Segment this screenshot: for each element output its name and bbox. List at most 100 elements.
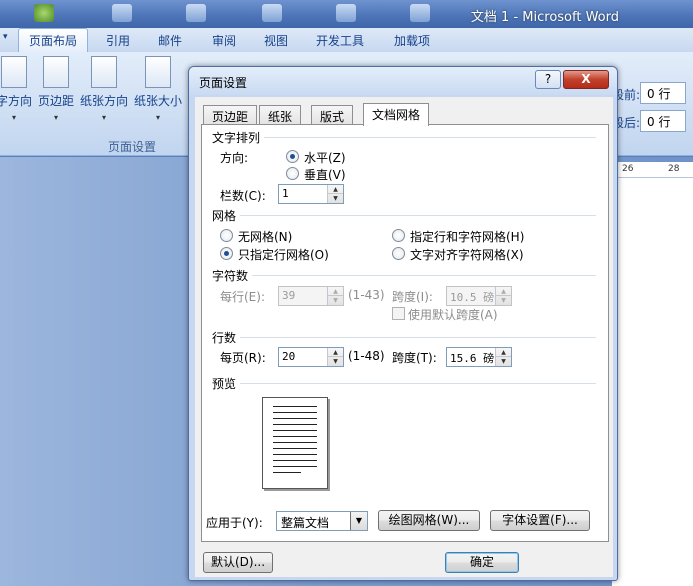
- grid-none-radio[interactable]: [220, 229, 233, 242]
- lines-pitch-value[interactable]: 15.6 磅: [450, 350, 494, 366]
- ruler-tick-label: 28: [668, 164, 680, 174]
- ribbon-tab-developer[interactable]: 开发工具: [316, 32, 364, 49]
- tab-document-grid[interactable]: 文档网格: [363, 103, 430, 126]
- grid-lines-and-chars-label[interactable]: 指定行和字符网格(H): [410, 228, 524, 245]
- margins-icon: [43, 56, 69, 88]
- spacing-before-field[interactable]: 0 行: [640, 82, 686, 104]
- chars-pitch-value: 10.5 磅: [450, 291, 495, 304]
- default-button[interactable]: 默认(D)...: [203, 552, 273, 573]
- direction-horizontal-radio[interactable]: [286, 150, 299, 163]
- font-settings-button[interactable]: 字体设置(F)...: [490, 510, 590, 531]
- spin-down-icon[interactable]: ▼: [496, 357, 511, 366]
- lines-per-page-value[interactable]: 20: [282, 350, 295, 363]
- section-divider: [252, 275, 596, 276]
- quick-access-icon[interactable]: [262, 4, 282, 22]
- section-lines: 行数: [212, 331, 237, 345]
- direction-label: 方向:: [220, 151, 249, 165]
- tab-layout[interactable]: 版式: [311, 105, 354, 125]
- columns-spinner[interactable]: 1 ▲ ▼: [278, 184, 344, 204]
- quick-access-icon[interactable]: [336, 4, 356, 22]
- ribbon-tab-mailings[interactable]: 邮件: [158, 32, 182, 49]
- preview-line: [273, 454, 317, 455]
- preview-line: [273, 442, 317, 443]
- text-direction-button[interactable]: 字方向 ▾: [0, 56, 32, 122]
- tab-paper[interactable]: 纸张: [259, 105, 302, 125]
- preview-line: [273, 406, 317, 407]
- preview-line: [273, 412, 317, 413]
- grid-lines-only-radio[interactable]: [220, 247, 233, 260]
- margins-button[interactable]: 页边距 ▾: [38, 56, 74, 122]
- chars-per-line-spinner: 39 ▲ ▼: [278, 286, 344, 306]
- direction-vertical-label[interactable]: 垂直(V): [304, 166, 346, 183]
- page-setup-dialog: 页面设置 ? X 页边距 纸张 版式 文档网格 文字排列 方向: 水平(Z) 垂…: [188, 66, 618, 581]
- apply-to-label: 应用于(Y):: [206, 516, 263, 530]
- chars-per-line-value: 39: [282, 289, 296, 302]
- spin-down-icon: ▼: [501, 297, 506, 304]
- word-title-bar: 文档 1 - Microsoft Word: [0, 0, 693, 28]
- apply-to-value[interactable]: 整篇文档: [281, 514, 329, 531]
- draw-grid-button[interactable]: 绘图网格(W)...: [378, 510, 480, 531]
- grid-snap-chars-label[interactable]: 文字对齐字符网格(X): [410, 246, 524, 263]
- section-divider: [240, 337, 596, 338]
- spin-up-icon[interactable]: ▲: [496, 348, 511, 357]
- preview-line: [273, 424, 317, 425]
- lines-per-page-spinner[interactable]: 20 ▲ ▼: [278, 347, 344, 367]
- help-button[interactable]: ?: [535, 70, 561, 89]
- section-characters: 字符数: [212, 269, 249, 283]
- preview-line: [273, 448, 317, 449]
- preview-line: [273, 418, 317, 419]
- ribbon-tab-review[interactable]: 审阅: [212, 32, 236, 49]
- section-divider: [240, 383, 596, 384]
- spin-down-icon[interactable]: ▼: [328, 194, 343, 203]
- section-divider: [264, 137, 596, 138]
- grid-lines-only-label[interactable]: 只指定行网格(O): [238, 246, 329, 263]
- preview-line: [273, 472, 301, 473]
- grid-none-label[interactable]: 无网格(N): [238, 228, 292, 245]
- spin-up-icon[interactable]: ▲: [328, 348, 343, 357]
- ribbon-menu-chevron-icon[interactable]: ▾: [3, 32, 8, 42]
- lines-pitch-label: 跨度(T):: [392, 351, 437, 365]
- spin-down-icon: ▼: [333, 297, 338, 304]
- quick-access-icon[interactable]: [410, 4, 430, 22]
- ok-button[interactable]: 确定: [445, 552, 519, 573]
- size-label: 纸张大小: [134, 94, 183, 108]
- chars-pitch-label: 跨度(I):: [392, 290, 433, 304]
- chars-pitch-spinner: 10.5 磅 ▲ ▼: [446, 286, 512, 306]
- ribbon-tab-page-layout[interactable]: 页面布局: [18, 28, 89, 53]
- use-default-pitch-checkbox: [392, 307, 405, 320]
- columns-value[interactable]: 1: [282, 187, 289, 200]
- direction-vertical-radio[interactable]: [286, 167, 299, 180]
- dropdown-arrow-icon: ▾: [156, 113, 161, 122]
- section-divider: [240, 215, 596, 216]
- spin-down-icon[interactable]: ▼: [328, 357, 343, 366]
- group-label-page-setup: 页面设置: [108, 140, 157, 154]
- spin-up-icon: ▲: [496, 287, 511, 296]
- quick-access-icon[interactable]: [186, 4, 206, 22]
- word-app-icon[interactable]: [34, 4, 54, 22]
- spin-up-icon[interactable]: ▲: [328, 185, 343, 194]
- document-page[interactable]: [612, 178, 693, 586]
- window-title: 文档 1 - Microsoft Word: [470, 10, 619, 25]
- ribbon-tab-addins[interactable]: 加载项: [394, 32, 430, 49]
- chevron-down-icon[interactable]: ▼: [350, 512, 367, 530]
- ribbon-tab-references[interactable]: 引用: [106, 32, 130, 49]
- size-button[interactable]: 纸张大小 ▾: [134, 56, 182, 122]
- horizontal-ruler: 26 28: [612, 162, 693, 178]
- direction-horizontal-label[interactable]: 水平(Z): [304, 149, 346, 166]
- preview-line: [273, 466, 317, 467]
- ribbon-tab-view[interactable]: 视图: [264, 32, 288, 49]
- lines-pitch-spinner[interactable]: 15.6 磅 ▲ ▼: [446, 347, 512, 367]
- tab-margins[interactable]: 页边距: [203, 105, 258, 125]
- grid-snap-chars-radio[interactable]: [392, 247, 405, 260]
- dialog-body: 页边距 纸张 版式 文档网格 文字排列 方向: 水平(Z) 垂直(V) 栏数(C…: [195, 97, 613, 577]
- preview-line: [273, 436, 317, 437]
- quick-access-icon[interactable]: [112, 4, 132, 22]
- lines-per-page-range: (1-48): [348, 349, 385, 363]
- dialog-title-bar[interactable]: 页面设置 ? X: [189, 67, 617, 95]
- ruler-tick-label: 26: [622, 164, 634, 174]
- close-button[interactable]: X: [563, 70, 609, 89]
- grid-lines-and-chars-radio[interactable]: [392, 229, 405, 242]
- apply-to-select[interactable]: 整篇文档 ▼: [276, 511, 368, 531]
- orientation-button[interactable]: 纸张方向 ▾: [80, 56, 128, 122]
- spacing-after-field[interactable]: 0 行: [640, 110, 686, 132]
